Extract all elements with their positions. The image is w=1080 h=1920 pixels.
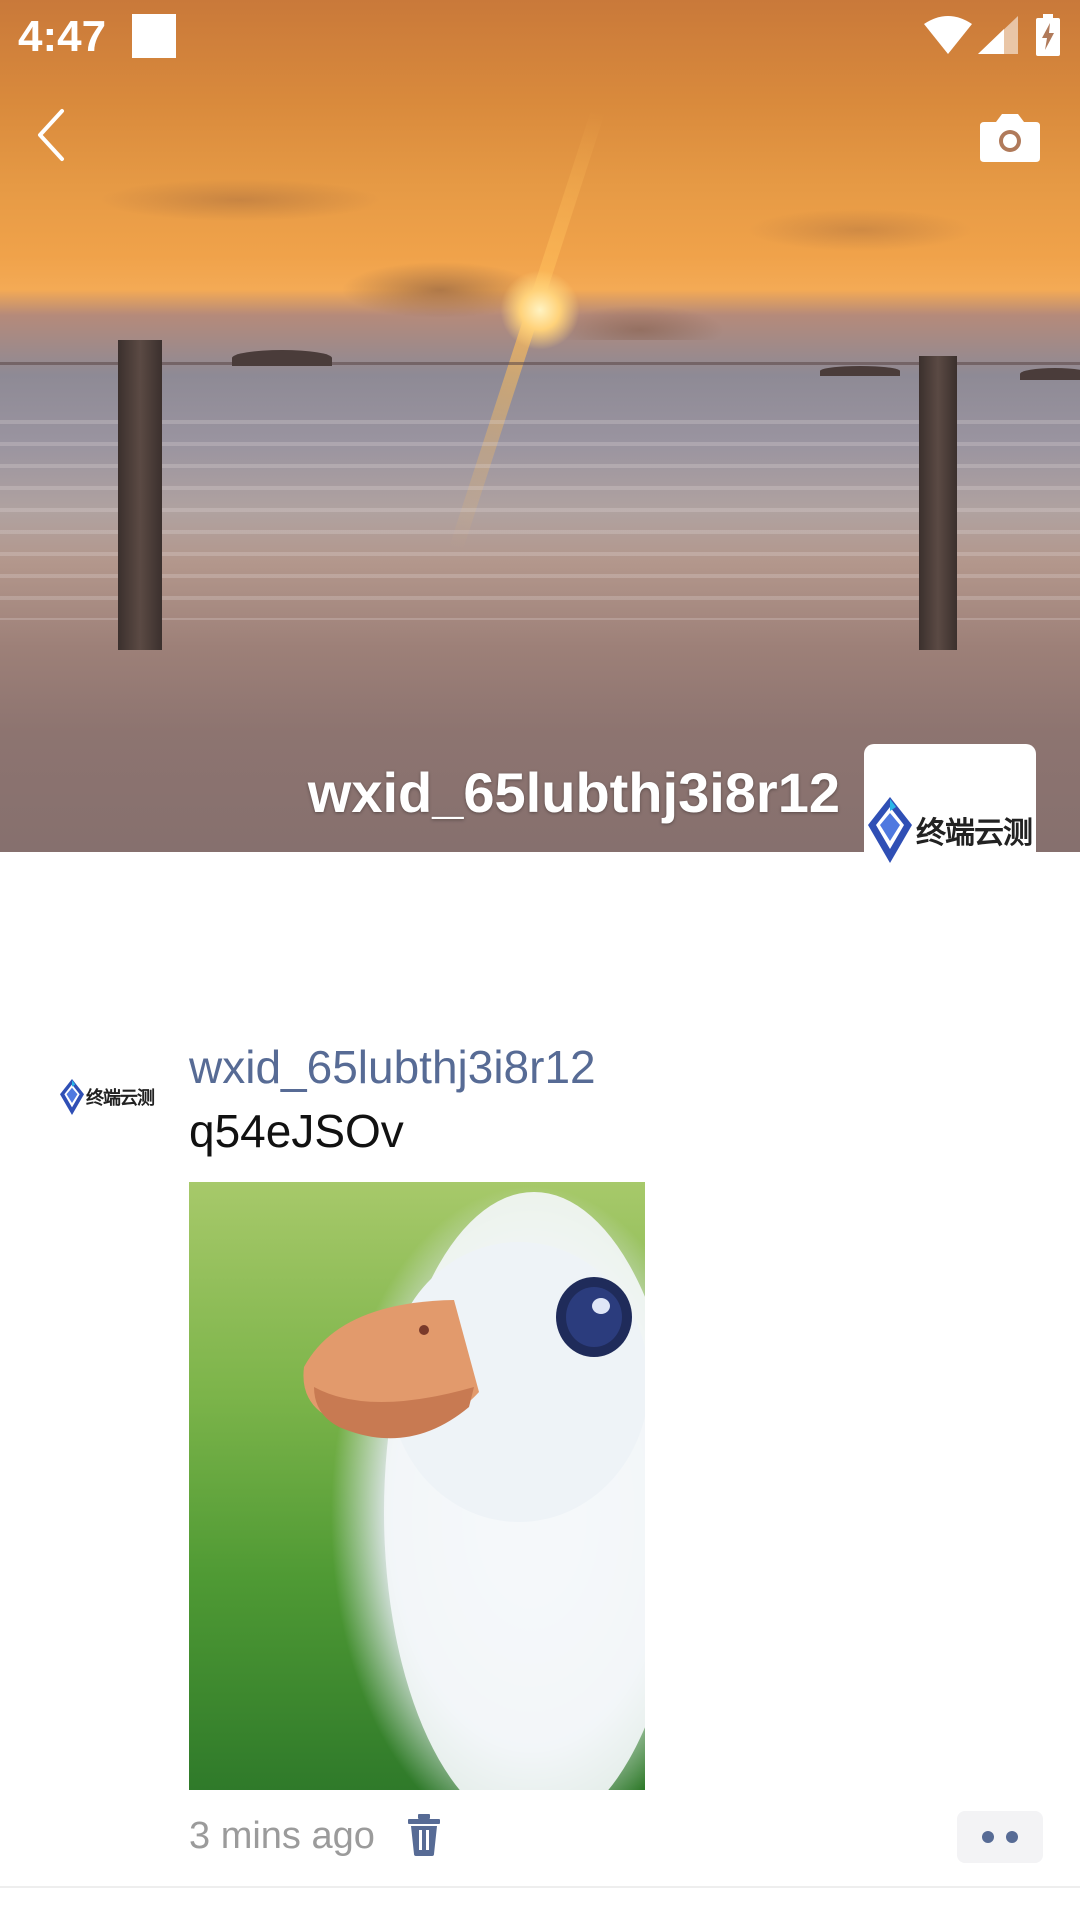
post-author-avatar[interactable]: 终端云测 xyxy=(60,1052,155,1142)
cover-post-left xyxy=(118,340,162,650)
trash-icon[interactable] xyxy=(406,1814,442,1856)
post-timestamp: 3 mins ago xyxy=(189,1815,375,1857)
more-dot xyxy=(1006,1831,1018,1843)
logo-diamond-icon xyxy=(60,1079,84,1115)
logo: 终端云测 xyxy=(868,797,1033,863)
battery-charging-icon xyxy=(1036,14,1060,56)
signal-icon xyxy=(978,16,1018,54)
cover-horizon xyxy=(0,362,1080,365)
notification-icon xyxy=(132,14,176,58)
logo-diamond-icon xyxy=(868,797,912,863)
cover-waves xyxy=(0,420,1080,620)
cover-sun xyxy=(500,270,580,350)
more-dots-icon[interactable] xyxy=(957,1811,1043,1863)
profile-avatar[interactable]: 终端云测 xyxy=(864,744,1036,916)
post-text: q54eJSOv xyxy=(189,1105,404,1157)
post-image[interactable] xyxy=(189,1182,645,1790)
logo-small: 终端云测 xyxy=(60,1078,155,1116)
post-author-name[interactable]: wxid_65lubthj3i8r12 xyxy=(189,1040,596,1094)
cover-image[interactable]: wxid_65lubthj3i8r12 xyxy=(0,0,1080,852)
duckling-image-art xyxy=(303,1192,645,1790)
cover-post-right xyxy=(919,356,957,650)
more-dot xyxy=(982,1831,994,1843)
camera-icon[interactable] xyxy=(980,110,1040,162)
wifi-icon xyxy=(924,16,972,54)
cover-username: wxid_65lubthj3i8r12 xyxy=(307,761,840,824)
cover-island-left xyxy=(232,350,332,366)
logo-text-small: 终端云测 xyxy=(86,1088,155,1108)
post-divider xyxy=(0,1886,1080,1888)
status-bar: 4:47 xyxy=(0,0,1080,72)
back-chevron-icon[interactable] xyxy=(30,105,74,165)
moments-screen: wxid_65lubthj3i8r12 4:47 终端云测 终端云测 wxid_… xyxy=(0,0,1080,1920)
cover-island-far-right xyxy=(1020,368,1080,380)
logo-text: 终端云测 xyxy=(916,817,1033,850)
cover-island-right xyxy=(820,366,900,376)
status-time: 4:47 xyxy=(18,12,107,61)
